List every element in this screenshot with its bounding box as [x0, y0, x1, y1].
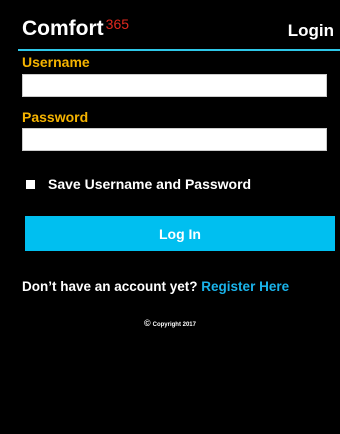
logo-superscript: 365 [105, 16, 130, 32]
app-header: Comfort 365 Login [0, 0, 340, 48]
page-title: Login [287, 21, 334, 40]
login-button[interactable]: Log In [25, 216, 335, 251]
register-link[interactable]: Register Here [201, 279, 289, 294]
header-divider [18, 49, 340, 51]
copyright-text: Copyright 2017 [152, 322, 196, 328]
copyright-notice: © Copyright 2017 [0, 318, 340, 330]
remember-credentials[interactable]: Save Username and Password [26, 175, 251, 193]
app-logo: Comfort 365 [22, 17, 129, 41]
username-label: Username [22, 54, 90, 70]
password-label: Password [22, 109, 89, 125]
username-input[interactable] [22, 74, 327, 97]
signup-prompt-text: Don’t have an account yet? [22, 279, 202, 294]
remember-label: Save Username and Password [48, 176, 252, 192]
logo-wordmark: Comfort [22, 17, 104, 40]
signup-prompt: Don’t have an account yet? Register Here [22, 279, 340, 295]
password-input[interactable] [22, 128, 327, 151]
copyright-icon: © [144, 318, 151, 328]
remember-checkbox[interactable] [26, 179, 35, 189]
